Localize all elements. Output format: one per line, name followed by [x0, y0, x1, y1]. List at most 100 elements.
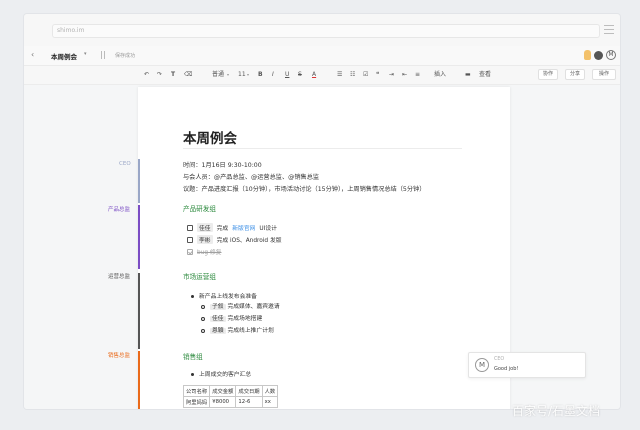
table-row: 阿里妈妈 ¥8000 12-6 xx	[182, 396, 279, 408]
task-checkbox[interactable]	[187, 236, 193, 243]
table-header-row: 公司名称 成交金额 成交日期 人数	[182, 385, 279, 397]
browser-window: shimo.im ‹ 本周例会 ▾ 保存成功 M ↶ ↷ T ⌫ 普通 ▾ 11…	[24, 14, 620, 409]
size-caret-icon[interactable]: ▾	[247, 70, 249, 80]
ordered-list-icon[interactable]: ☰	[337, 70, 342, 80]
paragraph-style-select[interactable]: 普通	[212, 70, 224, 80]
notification-bell-icon[interactable]	[584, 50, 591, 60]
table-cell[interactable]: 12-6	[235, 396, 263, 408]
list-item-text: 完成线上推广计划	[227, 328, 274, 334]
document-page[interactable]: 本周例会 时间：1月16日 9:30-10:00 与会人员：@产品总监、@运营总…	[138, 87, 510, 409]
table-cell[interactable]: 阿里妈妈	[182, 396, 211, 408]
insert-menu[interactable]: 插入	[434, 70, 446, 80]
watermark: 百家号/石墨文档	[512, 404, 601, 418]
deals-table[interactable]: 公司名称 成交金额 成交日期 人数 阿里妈妈 ¥8000 12-6 xx	[182, 385, 279, 408]
align-icon[interactable]: ≡	[415, 70, 420, 80]
list-item-text: 上周成交的客户汇总	[199, 372, 252, 378]
collaborate-button[interactable]: 协作	[538, 69, 558, 80]
task-checkbox-checked[interactable]	[187, 248, 193, 255]
meeting-agenda: 议题：产品进度汇报（10分钟），市场活动讨论（15分钟），上周销售情况总结（5分…	[183, 186, 426, 193]
doc-title[interactable]: 本周例会	[51, 51, 77, 61]
url-field[interactable]: shimo.im	[52, 24, 600, 38]
meeting-time: 时间：1月16日 9:30-10:00	[183, 162, 262, 169]
comment-icon[interactable]: ▬	[465, 70, 471, 80]
task-item-done: bug 修复	[187, 247, 221, 256]
sales-section-bar	[138, 351, 140, 409]
actions-button[interactable]: 操作	[592, 69, 616, 80]
indent-icon[interactable]: ⇥	[389, 70, 394, 80]
ceo-section-bar	[138, 159, 140, 203]
back-icon[interactable]: ‹	[31, 50, 34, 59]
bullet-icon	[191, 295, 194, 298]
save-status: 保存成功	[115, 53, 136, 59]
task-text: bug 修复	[197, 250, 222, 256]
share-button[interactable]: 分享	[565, 69, 585, 80]
ops-section-bar	[138, 273, 140, 349]
sidebar-label-product: 产品总监	[108, 207, 131, 213]
bold-button[interactable]: B	[258, 70, 263, 80]
user-mention[interactable]: 佳佳	[210, 316, 226, 322]
text-color-button[interactable]: A	[312, 70, 316, 80]
list-item-text: 新产品上线发布会准备	[199, 294, 257, 300]
browser-url-bar: shimo.im	[24, 14, 620, 46]
format-painter-icon[interactable]: T	[171, 70, 175, 80]
table-cell[interactable]: xx	[261, 396, 279, 408]
page-title: 本周例会	[183, 131, 237, 147]
strikethrough-button[interactable]: S	[298, 70, 302, 80]
browser-menu-icon[interactable]	[604, 25, 614, 34]
sidebar-label-sales: 销售总监	[108, 353, 131, 359]
table-header-cell[interactable]: 公司名称	[182, 385, 211, 397]
save-icon	[101, 51, 105, 59]
collaborator-avatar[interactable]: M	[606, 50, 616, 60]
user-avatar[interactable]	[594, 50, 603, 60]
checklist-icon[interactable]: ☑	[363, 70, 368, 80]
doc-link[interactable]: 新版官网	[232, 223, 255, 232]
sub-list-item: 恩穎 完成线上推广计划	[201, 325, 274, 334]
clear-format-icon[interactable]: ⌫	[184, 70, 192, 80]
style-caret-icon[interactable]: ▾	[227, 70, 229, 80]
section-heading-product: 产品研发组	[183, 205, 216, 213]
user-mention[interactable]: 恩穎	[210, 328, 226, 334]
underline-button[interactable]: U	[285, 70, 289, 80]
task-checkbox[interactable]	[187, 224, 193, 231]
title-divider	[183, 148, 462, 149]
table-cell[interactable]: ¥8000	[209, 396, 237, 408]
table-header-cell[interactable]: 成交金额	[209, 385, 237, 397]
sub-bullet-icon	[201, 304, 205, 309]
redo-icon[interactable]: ↷	[157, 70, 162, 80]
section-heading-sales: 销售组	[183, 353, 203, 361]
sidebar-label-ceo: CEO	[119, 161, 131, 167]
list-item: 上周成交的客户汇总	[191, 369, 251, 378]
table-header-cell[interactable]: 人数	[261, 385, 279, 397]
task-text: 完成	[216, 226, 229, 232]
format-toolbar: ↶ ↷ T ⌫ 普通 ▾ 11 ▾ B I U S A ☰ ☷ ☑ ❝ ⇥ ⇤ …	[24, 66, 620, 85]
undo-icon[interactable]: ↶	[144, 70, 149, 80]
view-menu[interactable]: 查看	[479, 70, 491, 80]
bullet-icon	[191, 373, 194, 376]
task-text-suffix: UI设计	[259, 226, 277, 232]
product-section-bar	[138, 205, 140, 269]
outdent-icon[interactable]: ⇤	[402, 70, 407, 80]
comment-popup[interactable]: M CEO Good job!	[468, 352, 586, 378]
section-heading-ops: 市场运营组	[183, 273, 216, 281]
italic-button[interactable]: I	[272, 70, 274, 80]
list-item-text: 完成场地搭建	[227, 316, 263, 322]
sub-list-item: 佳佳 完成场地搭建	[201, 313, 262, 322]
sub-bullet-icon	[201, 328, 205, 333]
task-item: 李彬 完成 iOS、Android 发版	[187, 235, 282, 244]
commenter-name: CEO	[494, 357, 505, 362]
table-header-cell[interactable]: 成交日期	[235, 385, 263, 397]
user-mention[interactable]: 佳佳	[197, 223, 213, 232]
unordered-list-icon[interactable]: ☷	[350, 70, 355, 80]
quote-icon[interactable]: ❝	[376, 70, 379, 80]
task-item: 佳佳 完成 新版官网 UI设计	[187, 223, 277, 232]
title-menu-caret-icon[interactable]: ▾	[84, 51, 87, 57]
task-text: 完成 iOS、Android 发版	[216, 238, 282, 244]
header-actions: M	[584, 50, 616, 60]
sidebar-label-ops: 运营总监	[108, 274, 131, 280]
user-mention[interactable]: 子叙	[210, 304, 226, 310]
app-header: ‹ 本周例会 ▾ 保存成功 M	[24, 46, 620, 66]
font-size-select[interactable]: 11	[238, 70, 246, 80]
list-item-text: 完成媒体、嘉宾邀请	[227, 304, 280, 310]
user-mention[interactable]: 李彬	[197, 235, 213, 244]
sub-list-item: 子叙 完成媒体、嘉宾邀请	[201, 301, 280, 310]
